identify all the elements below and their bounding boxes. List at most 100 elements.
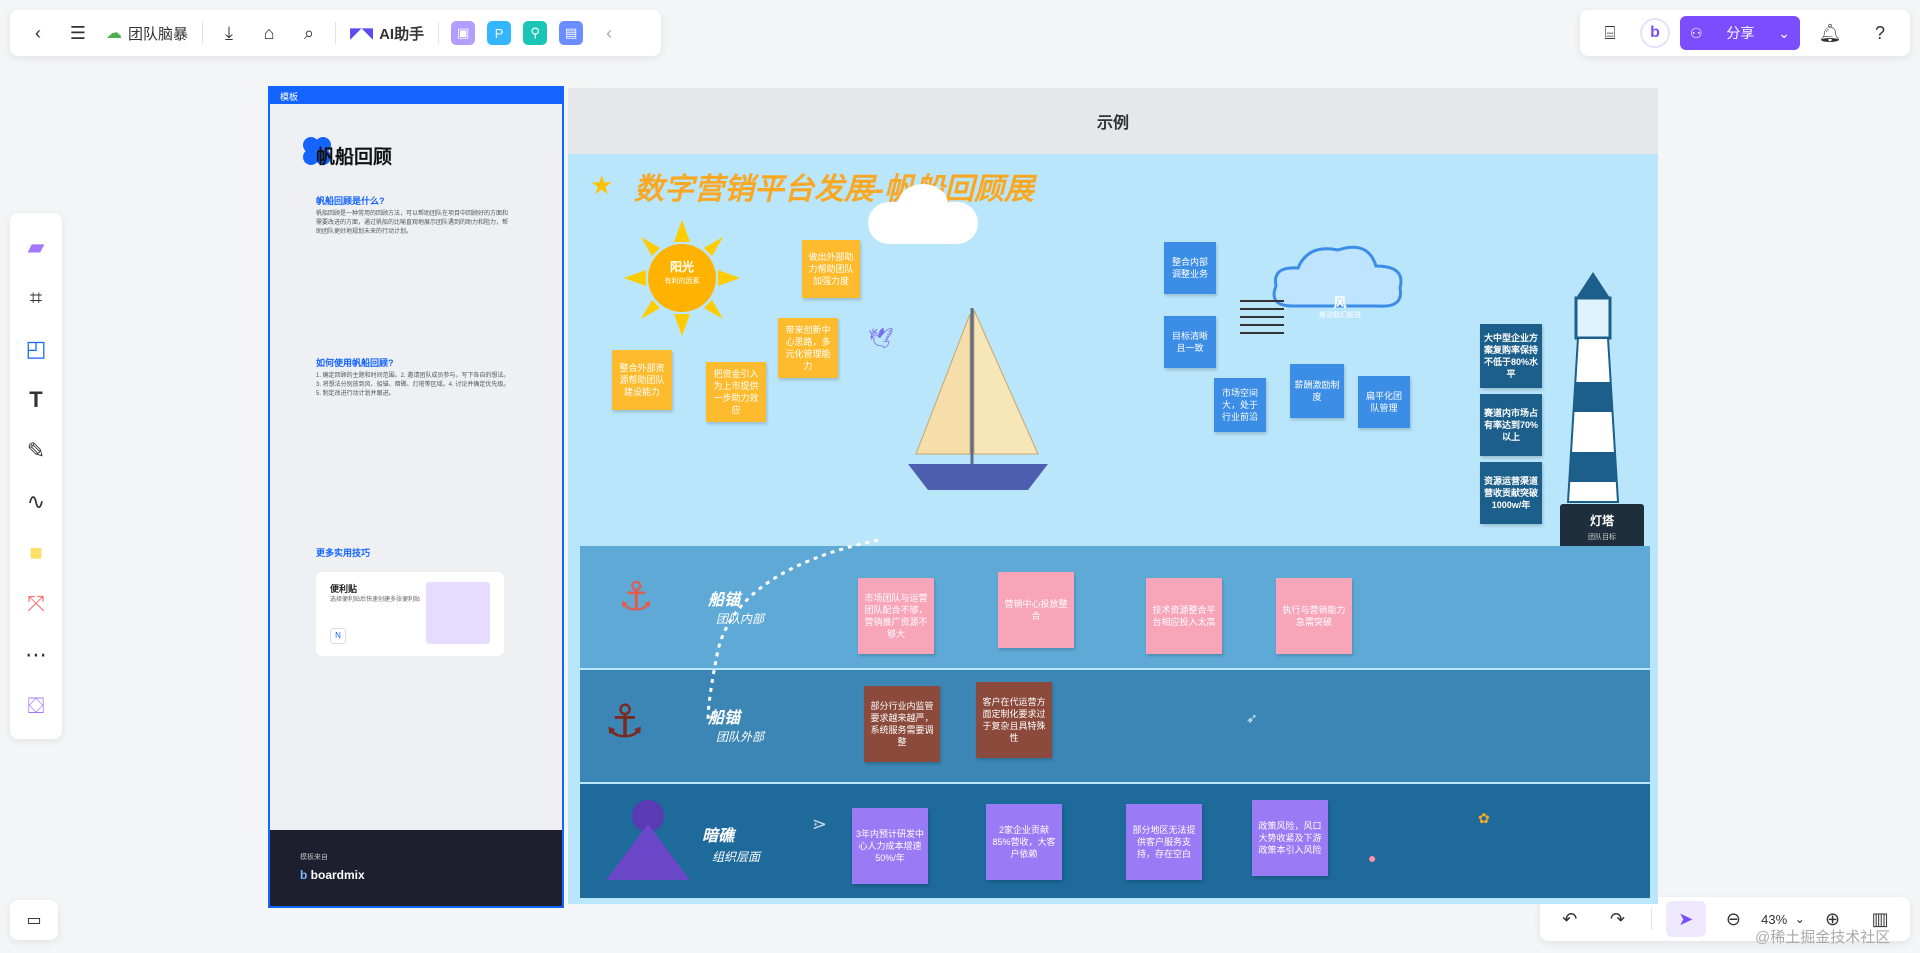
text-icon[interactable]: T [18,382,54,418]
cloud-decoration [898,184,948,224]
more-icon[interactable]: ⋯ [18,637,54,673]
undo-icon[interactable]: ↶ [1550,901,1590,937]
download-icon[interactable]: ⤓ [209,15,249,51]
cloud-icon: ☁ [106,25,122,42]
user-add-icon: ⚇ [1690,24,1703,41]
sticky-note[interactable]: 带来创新中心思路，多元化管理能力 [778,318,838,378]
sticky-note[interactable]: 部分地区无法提供客户服务支持，存在空白 [1126,804,1202,880]
reef-sublabel: 组织层面 [712,850,761,864]
sticky-note[interactable]: 目标清晰且一致 [1164,316,1216,368]
help-icon[interactable]: ? [1860,15,1900,51]
share-button[interactable]: ⚇ 分享 ⌄ [1680,16,1800,50]
sticky-note[interactable]: 扁平化团队管理 [1358,376,1410,428]
back-icon[interactable]: ‹ [18,15,58,51]
sticky-note[interactable]: 整合外部资源帮助团队建设能力 [612,350,672,410]
minimap-button[interactable]: ▭ [10,900,58,940]
connector-icon[interactable]: ∿ [18,484,54,520]
search-icon[interactable]: ⌕ [289,15,329,51]
gift-icon[interactable]: ⌸ [1590,15,1630,51]
rocket-icon: ➶ [1246,710,1258,726]
template-panel-header: 模板 [270,88,562,104]
sticky-note[interactable]: 技术资源整合平台相应投入太高 [1146,578,1222,654]
sticky-note[interactable]: 政策风险，风口大势收紧及下游政策本引入风险 [1252,800,1328,876]
menu-icon[interactable]: ☰ [58,15,98,51]
sticky-note[interactable]: 市场团队与运营团队配合不够，营销推广资源不够大 [858,578,934,654]
anchor-external-sublabel: 团队外部 [716,730,765,744]
tip-card-title: 便利贴 [330,584,358,594]
boardmix-logo: b boardmix [300,868,365,882]
anchor-rope-decoration [706,538,879,721]
watermark: @稀土掘金技术社区 [1755,929,1891,946]
zoom-out-icon[interactable]: ⊖ [1713,901,1753,937]
sticky-note[interactable]: 市场空间大，处于行业前沿 [1214,378,1266,432]
reef-label: 暗礁 [702,828,735,845]
avatar[interactable]: b [1640,18,1670,48]
lighthouse-illustration [1566,272,1620,503]
sailboat-board[interactable]: ★ 数字营销平台发展-帆船回顾展 阳光 有利的因素 整合外部资源帮助团队建设能力… [568,154,1658,904]
tag-icon[interactable]: ⌂ [249,15,289,51]
coral-icon: ✿ [1478,810,1490,826]
chevron-down-icon[interactable]: ⌄ [1795,912,1805,926]
sticky-note[interactable]: 执行与营销能力急需突破 [1276,578,1352,654]
board-name[interactable]: ☁ 团队脑暴 [98,23,196,44]
frame-icon[interactable]: ⌗ [18,280,54,316]
mindmap-plugin-icon[interactable]: ⚲ [523,21,548,45]
divider [438,22,440,44]
section-title[interactable]: 更多实用技巧 [316,546,370,559]
template-panel[interactable]: 模板 帆船回顾 帆船回顾是什么? 帆船回顾是一种常用的回顾方法，可以帮助团队在项… [268,86,564,908]
p-plugin-icon[interactable]: P [487,21,512,45]
sticky-note[interactable]: 3年内预计研发中心人力成本增速50%/年 [852,808,928,884]
sticky-note[interactable]: 营销中心投放整合 [998,572,1074,648]
select-cursor-icon[interactable]: ➤ [1665,901,1706,937]
sticky-note[interactable]: 整合内部调整业务 [1164,242,1216,294]
sticky-preview [426,582,490,644]
tip-card-desc: 选择便利贴后快速创建多张便利贴 [330,597,421,603]
ai-logo-icon: ◤◥ [350,25,374,42]
sticky-note[interactable]: 2家企业贡献85%营收，大客户依赖 [986,804,1062,880]
example-header: 示例 [1096,115,1129,132]
divider [202,22,204,44]
example-frame[interactable]: 示例 ★ 数字营销平台发展-帆船回顾展 阳光 有利的因素 整合外部资源帮助团队建… [568,88,1658,904]
apps-icon[interactable]: ⛋ [18,688,54,724]
wind-lines-decoration [1240,300,1284,340]
shape-icon[interactable]: ◰ [18,331,54,367]
sticky-note-icon[interactable]: ■ [18,535,54,571]
anchor-internal-label: 船锚 [708,592,741,609]
board-title: 数字营销平台发展-帆船回顾展 [634,173,1034,206]
goal-note[interactable]: 大中型企业方案复购率保持不低于80%水平 [1480,324,1542,388]
collapse-chevron-icon[interactable]: ‹ [589,15,629,51]
redo-icon[interactable]: ↷ [1597,901,1637,937]
sticky-note[interactable]: 薪酬激励制度 [1290,364,1344,418]
fish-icon: ⋗ [812,814,828,834]
tip-card[interactable]: 便利贴 选择便利贴后快速创建多张便利贴 N [316,572,504,656]
top-toolbar: ‹ ☰ ☁ 团队脑暴 ⤓ ⌂ ⌕ ◤◥ AI助手 ▣ P ⚲ ▤ ‹ [10,10,661,56]
footer-label: 模板来自 [300,854,328,861]
section-title: 帆船回顾是什么? [316,196,385,206]
sun-label: 阳光 [669,260,694,274]
bell-icon[interactable]: 🔔︎ [1810,15,1850,51]
lighthouse-label: 灯塔 [1589,514,1614,528]
section-text: 帆船回顾是一种常用的回顾方法，可以帮助团队在项目中回顾好的方面和需要改进的方面，… [316,211,509,235]
chat-plugin-icon[interactable]: ▤ [559,21,584,45]
shortcut-key: N [330,628,346,644]
pen-icon[interactable]: ✎ [18,433,54,469]
sticky-note[interactable]: 部分行业内监管要求越来越严，系统服务需要调整 [864,686,940,762]
star-icon: ★ [590,170,614,200]
minimap-icon: ▭ [26,912,42,929]
anchor-internal-sublabel: 团队内部 [716,612,765,626]
chevron-down-icon: ⌄ [1778,24,1790,41]
template-icon[interactable]: ▰ [18,229,54,265]
mindmap-icon[interactable]: ⤧ [18,586,54,622]
top-right-toolbar: ⌸ b ⚇ 分享 ⌄ 🔔︎ ? [1580,10,1910,56]
reef-icon [606,800,690,880]
sticky-note[interactable]: 客户在代运营方面定制化要求过于复杂且具特殊性 [976,682,1052,758]
image-plugin-icon[interactable]: ▣ [451,21,476,45]
ai-assistant-button[interactable]: ◤◥ AI助手 [342,23,432,44]
goal-note[interactable]: 资源运营渠道营收贡献突破1000w/年 [1480,462,1542,524]
ghost-icon: ● [1368,850,1377,866]
zoom-level[interactable]: 43% [1761,912,1787,927]
sticky-note[interactable]: 把资金引入为上市提供一步助力效应 [706,362,766,422]
goal-note[interactable]: 赛道内市场占有率达到70%以上 [1480,394,1542,456]
divider [1651,908,1653,930]
sticky-note[interactable]: 做出外部助力帮助团队加强力度 [802,240,860,298]
